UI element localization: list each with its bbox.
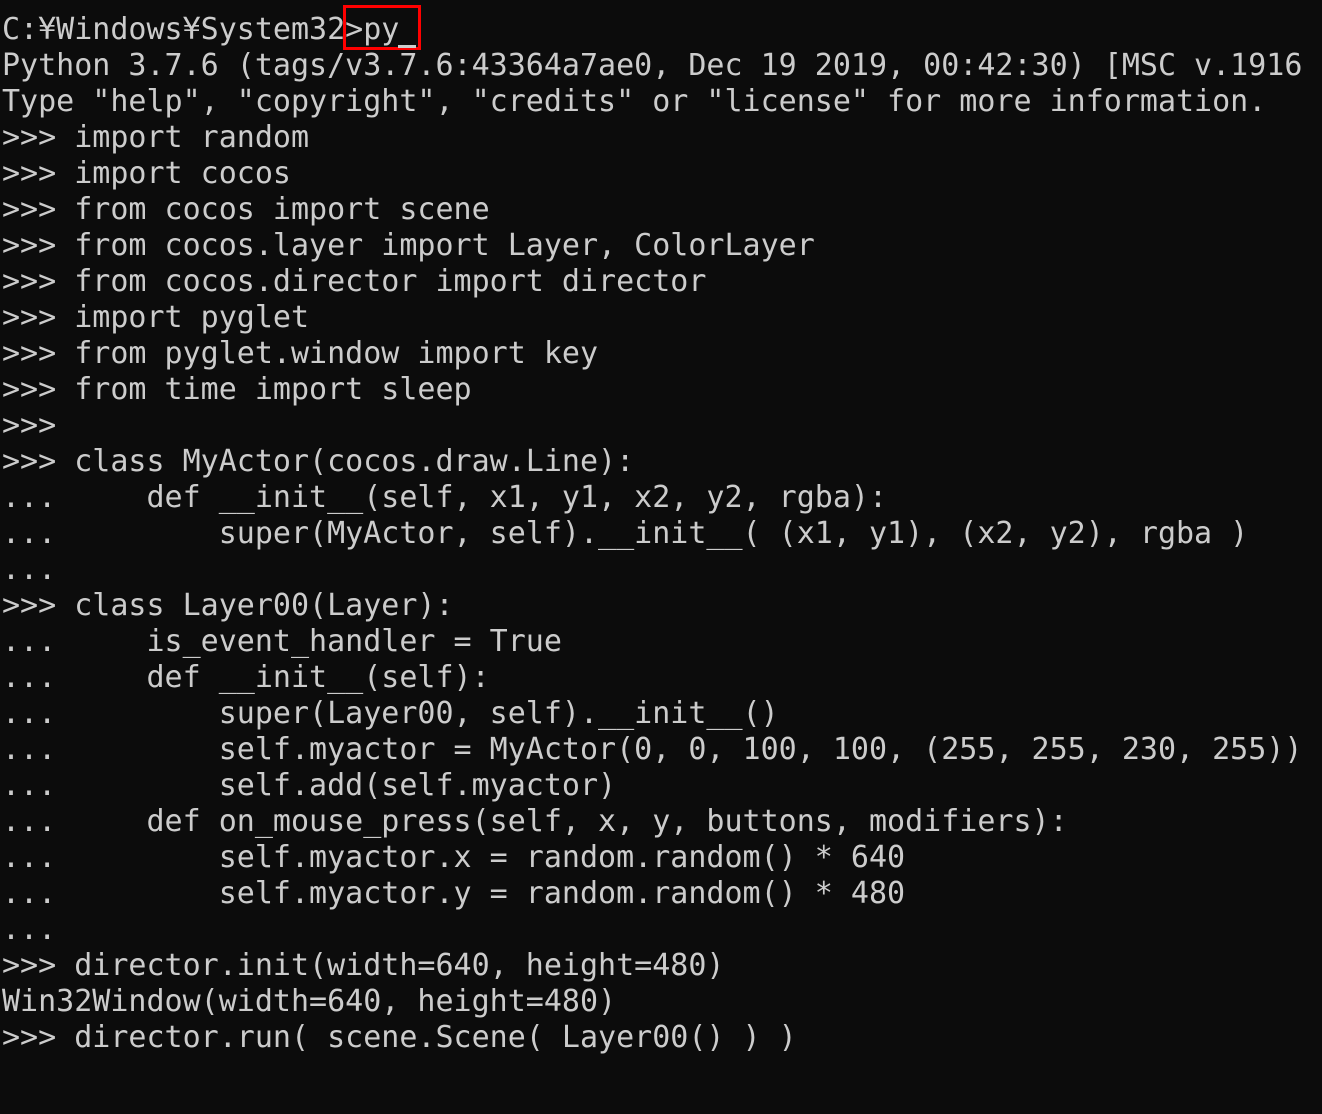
- text-cursor: [398, 45, 416, 48]
- console-line: ... def on_mouse_press(self, x, y, butto…: [2, 804, 1068, 839]
- console-line: >>> from cocos.layer import Layer, Color…: [2, 228, 815, 263]
- console-line: >>> from cocos import scene: [2, 192, 490, 227]
- console-line: >>> class Layer00(Layer):: [2, 588, 454, 623]
- console-line: ... super(Layer00, self).__init__(): [2, 696, 779, 731]
- highlight-box: [343, 5, 421, 50]
- console-line: >>> import cocos: [2, 156, 291, 191]
- console-line: Python 3.7.6 (tags/v3.7.6:43364a7ae0, De…: [2, 48, 1322, 83]
- console-line: >>> director.init(width=640, height=480): [2, 948, 725, 983]
- console-line: >>> import random: [2, 120, 310, 155]
- console-line: >>> class MyActor(cocos.draw.Line):: [2, 444, 635, 479]
- console-line: ... is_event_handler = True: [2, 624, 562, 659]
- console-line: ...: [2, 552, 57, 587]
- console-line: Win32Window(width=640, height=480): [2, 984, 617, 1019]
- console-line: ... def __init__(self):: [2, 660, 490, 695]
- console-line: ... self.add(self.myactor): [2, 768, 617, 803]
- console-line: ... def __init__(self, x1, y1, x2, y2, r…: [2, 480, 888, 515]
- console-line: ...: [2, 912, 57, 947]
- console-line: >>> import pyglet: [2, 300, 310, 335]
- console-line: Type "help", "copyright", "credits" or "…: [2, 84, 1267, 119]
- console-line: >>> director.run( scene.Scene( Layer00()…: [2, 1020, 797, 1055]
- console-line: ... self.myactor.x = random.random() * 6…: [2, 840, 906, 875]
- console-line: ... self.myactor = MyActor(0, 0, 100, 10…: [2, 732, 1303, 767]
- console-output[interactable]: C:¥Windows¥System32>py Python 3.7.6 (tags…: [2, 12, 1322, 1056]
- console-line: >>>: [2, 408, 57, 443]
- console-line: >>> from cocos.director import director: [2, 264, 707, 299]
- console-line: C:¥Windows¥System32>py: [2, 12, 400, 47]
- console-line: >>> from time import sleep: [2, 372, 472, 407]
- console-line: ... super(MyActor, self).__init__( (x1, …: [2, 516, 1249, 551]
- console-line: >>> from pyglet.window import key: [2, 336, 599, 371]
- console-line: ... self.myactor.y = random.random() * 4…: [2, 876, 906, 911]
